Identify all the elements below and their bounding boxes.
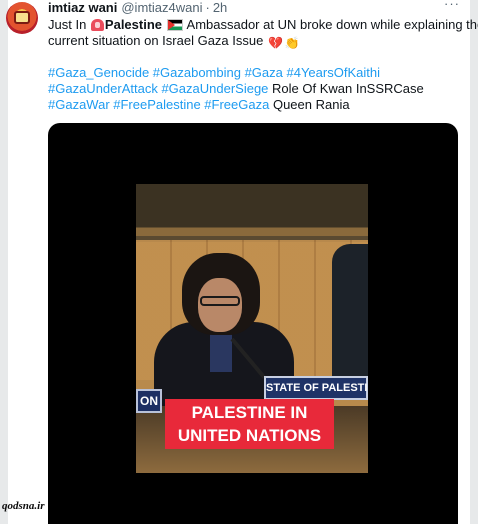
hashtag-links-1[interactable]: #Gaza_Genocide #Gazabombing #Gaza #4Year… [48, 65, 380, 80]
tweet-line-1: Just In Palestine Ambassador at UN broke… [48, 17, 478, 33]
hashtag-line-3-text: Queen Rania [269, 97, 350, 112]
police-light-icon [90, 19, 104, 31]
hashtag-line-2-text: Role Of Kwan InSSRCase [268, 81, 424, 96]
hashtag-links-3[interactable]: #GazaWar #FreePalestine #FreeGaza [48, 97, 269, 112]
nameplate-left: ON [136, 389, 162, 413]
palestine-flag-icon [166, 19, 183, 31]
tweet-video[interactable]: ON STATE OF PALESTINE PALESTINE IN UNITE… [48, 123, 458, 524]
left-border [0, 0, 8, 524]
video-caption: PALESTINE IN UNITED NATIONS [165, 399, 334, 449]
line2-text: current situation on Israel Gaza Issue [48, 33, 267, 48]
caption-line-2: UNITED NATIONS [177, 426, 322, 445]
video-frame[interactable]: ON STATE OF PALESTINE PALESTINE IN UNITE… [136, 184, 368, 473]
tweet-header: imtiaz wani @imtiaz4wani · 2h [48, 0, 458, 16]
avatar-icon [14, 11, 30, 24]
hashtag-line-1: #Gaza_Genocide #Gazabombing #Gaza #4Year… [48, 65, 464, 81]
separator-dot: · [205, 0, 210, 15]
tweet-line-2: current situation on Israel Gaza Issue 💔… [48, 33, 464, 50]
right-border [470, 0, 478, 524]
background-person [332, 244, 368, 394]
speaker-glasses [200, 296, 240, 306]
broken-heart-icon: 💔 [267, 36, 283, 50]
more-options-icon[interactable]: ··· [444, 0, 460, 12]
line1-suffix: Ambassador at UN broke down while explai… [183, 17, 478, 32]
watermark: qodsna.ir [2, 500, 45, 512]
line1-prefix: Just In [48, 17, 90, 32]
user-handle[interactable]: @imtiaz4wani [121, 0, 202, 16]
clapping-hands-icon: 👏 [284, 36, 300, 50]
hashtag-links-2[interactable]: #GazaUnderAttack #GazaUnderSiege [48, 81, 268, 96]
speaker-shirt [210, 332, 232, 372]
nameplate-state-of-palestine: STATE OF PALESTINE [264, 376, 368, 400]
line1-bold: Palestine [104, 17, 163, 32]
display-name[interactable]: imtiaz wani [48, 0, 117, 16]
hashtag-line-3: #GazaWar #FreePalestine #FreeGaza Queen … [48, 97, 464, 113]
tweet-timestamp[interactable]: 2h [213, 0, 227, 16]
hashtag-line-2: #GazaUnderAttack #GazaUnderSiege Role Of… [48, 81, 464, 97]
caption-line-1: PALESTINE IN [191, 403, 308, 422]
tweet-text: Just In Palestine Ambassador at UN broke… [48, 17, 478, 113]
profile-avatar[interactable] [6, 2, 38, 34]
